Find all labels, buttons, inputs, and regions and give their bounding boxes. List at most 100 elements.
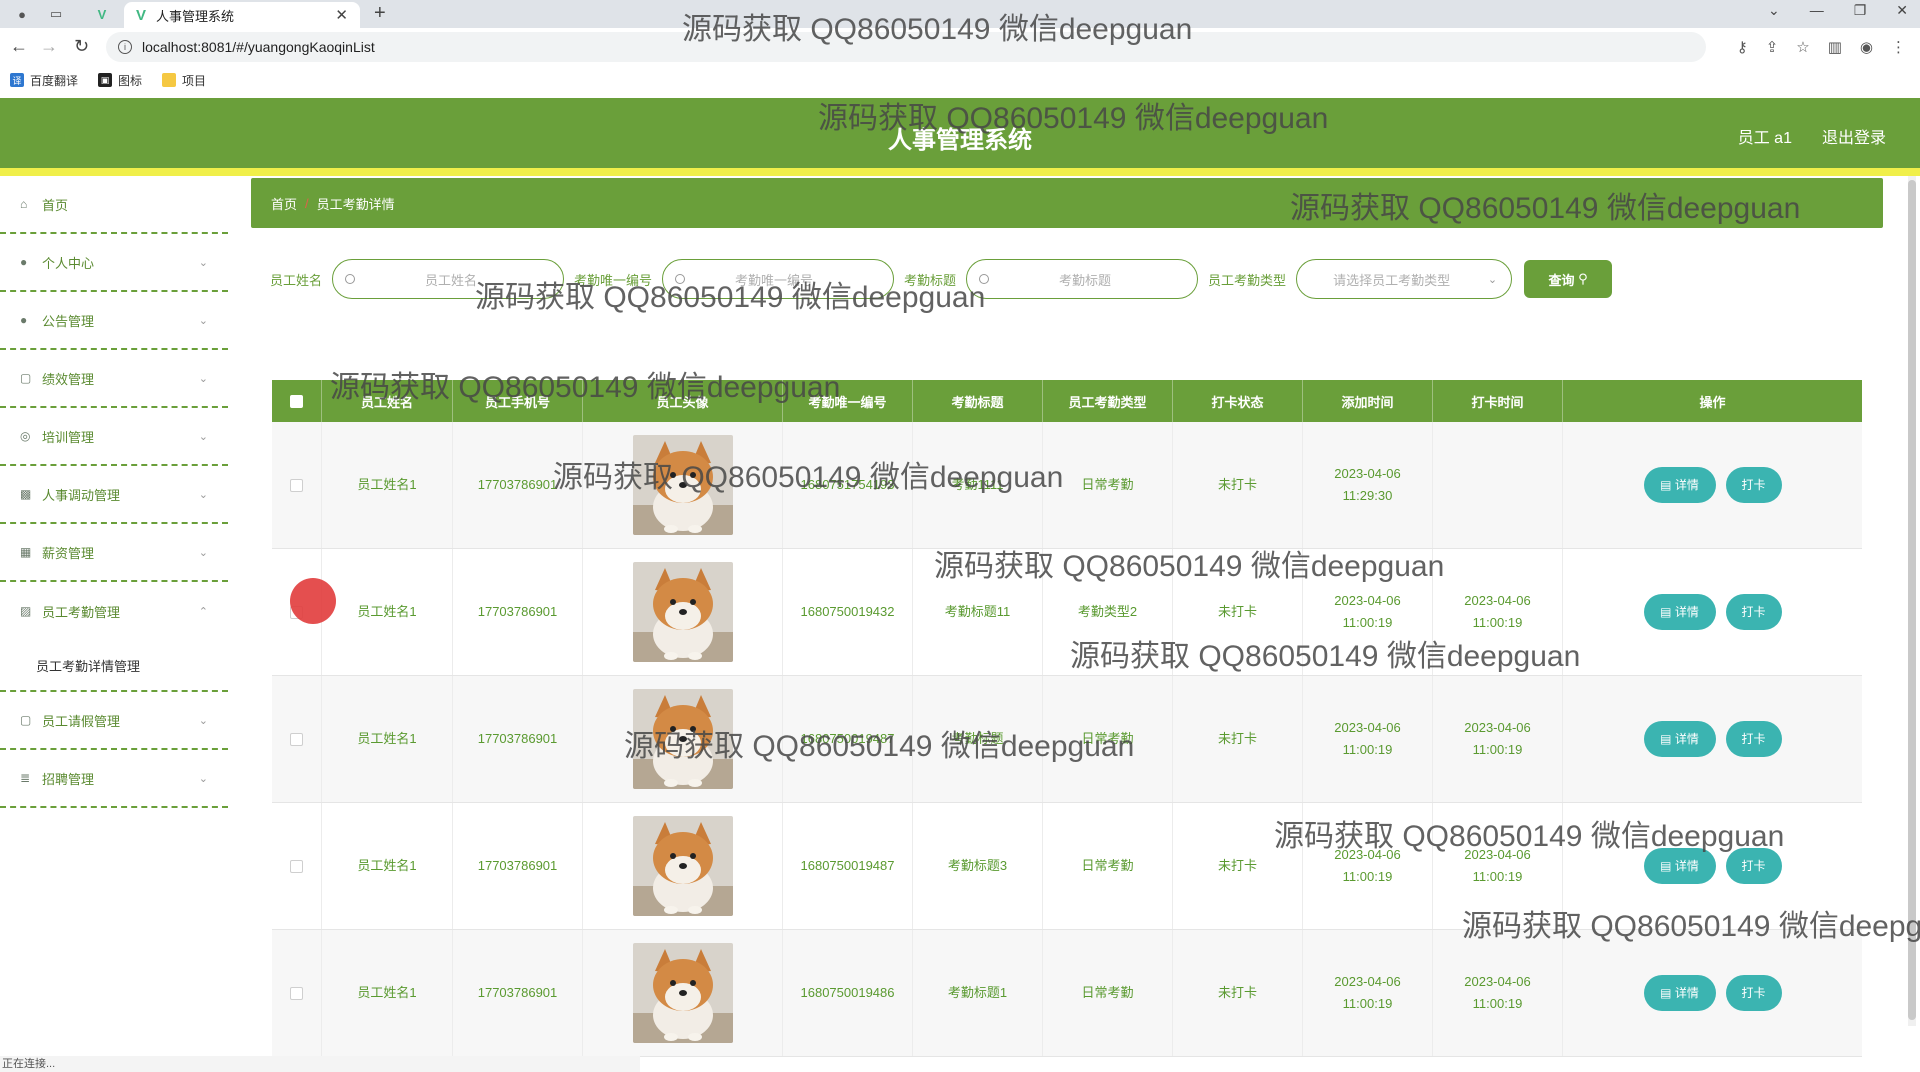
type-label: 员工考勤类型 bbox=[1208, 272, 1287, 288]
sidebar-item-label: 绩效管理 bbox=[42, 371, 95, 387]
new-tab-button[interactable]: + bbox=[374, 2, 386, 25]
cell-phone: 17703786901 bbox=[453, 676, 583, 802]
cursor-highlight bbox=[290, 578, 336, 624]
tab-title: 人事管理系统 bbox=[156, 8, 235, 24]
current-user: 员工 a1 bbox=[1737, 130, 1792, 147]
detail-button[interactable]: ▤ 详情 bbox=[1643, 975, 1716, 1011]
breadcrumb-separator: / bbox=[305, 195, 309, 211]
key-icon[interactable]: ⚷ bbox=[1737, 38, 1748, 56]
restore-button[interactable]: ❐ bbox=[1854, 2, 1867, 19]
avatar[interactable] bbox=[632, 816, 733, 916]
sidebar-item-performance[interactable]: ▢ 绩效管理 ⌄ bbox=[0, 350, 228, 408]
vue-logo-icon: V bbox=[136, 6, 147, 24]
sidebar-item-transfer[interactable]: ▩ 人事调动管理 ⌄ bbox=[0, 466, 228, 524]
sidebar-item-personal-center[interactable]: ● 个人中心 ⌄ bbox=[0, 234, 228, 292]
github-icon[interactable]: ● bbox=[12, 4, 32, 24]
sidebar: ⌂ 首页 ● 个人中心 ⌄ ● 公告管理 ⌄ ▢ 绩效管理 ⌄ ◎ 培训管理 ⌄ ▩ 人事调动管理 ⌄… bbox=[0, 176, 228, 1056]
chevron-down-icon: ⌄ bbox=[198, 714, 208, 727]
sidebar-item-leave[interactable]: ▢ 员工请假管理 ⌄ bbox=[0, 692, 228, 750]
chevron-up-icon: ⌃ bbox=[198, 605, 208, 618]
cell-code: 1680750019487 bbox=[783, 803, 913, 929]
cell-type: 日常考勤 bbox=[1043, 930, 1173, 1056]
vue-icon[interactable]: V bbox=[92, 4, 112, 24]
more-icon[interactable]: ⋮ bbox=[1891, 38, 1906, 56]
forward-icon[interactable]: → bbox=[40, 36, 58, 57]
select-all-checkbox[interactable] bbox=[290, 394, 303, 408]
punch-button[interactable]: 打卡 bbox=[1725, 467, 1782, 503]
profile-icon[interactable]: ◉ bbox=[1860, 38, 1873, 56]
watermark-text: 源码获取 QQ86050149 微信deepguan bbox=[682, 13, 1193, 46]
avatar[interactable] bbox=[632, 562, 733, 662]
detail-button[interactable]: ▤ 详情 bbox=[1643, 467, 1716, 503]
cell-name: 员工姓名1 bbox=[322, 930, 453, 1056]
chevron-down-icon[interactable]: ⌄ bbox=[1768, 2, 1780, 19]
detail-button[interactable]: ▤ 详情 bbox=[1643, 594, 1716, 630]
detail-label: 详情 bbox=[1674, 986, 1699, 1000]
sidebar-subitem-attendance-detail[interactable]: 员工考勤详情管理 bbox=[0, 640, 228, 692]
cell-name: 员工姓名1 bbox=[322, 549, 453, 675]
row-checkbox[interactable] bbox=[290, 986, 303, 1000]
row-checkbox[interactable] bbox=[290, 478, 303, 492]
sidebar-item-label: 首页 bbox=[42, 197, 69, 213]
browser-actions: ⚷ ⇪ ☆ ▥ ◉ ⋮ bbox=[1737, 38, 1906, 56]
cell-phone: 17703786901 bbox=[453, 930, 583, 1056]
reload-icon[interactable]: ↻ bbox=[74, 36, 89, 57]
star-icon[interactable]: ☆ bbox=[1796, 38, 1809, 56]
type-select[interactable]: 请选择员工考勤类型 ⌄ bbox=[1296, 259, 1513, 299]
table-row: 员工姓名1 17703786901 1680751754193 考勤1111 日… bbox=[272, 422, 1862, 549]
sidebar-item-label: 培训管理 bbox=[42, 429, 95, 445]
scrollbar-thumb[interactable] bbox=[1908, 180, 1916, 1020]
detail-button[interactable]: ▤ 详情 bbox=[1643, 721, 1716, 757]
sidebar-item-salary[interactable]: ▦ 薪资管理 ⌄ bbox=[0, 524, 228, 582]
home-icon: ⌂ bbox=[20, 197, 28, 211]
minimize-button[interactable]: — bbox=[1810, 2, 1824, 19]
sidebar-item-announcements[interactable]: ● 公告管理 ⌄ bbox=[0, 292, 228, 350]
bookmark-item[interactable]: ▣ 图标 bbox=[98, 72, 142, 89]
bookmark-label: 项目 bbox=[182, 73, 207, 88]
breadcrumb-home[interactable]: 首页 bbox=[271, 194, 297, 213]
bookmark-label: 图标 bbox=[118, 73, 143, 88]
document-icon: ▤ bbox=[1660, 859, 1672, 873]
detail-label: 详情 bbox=[1674, 732, 1699, 746]
avatar[interactable] bbox=[632, 943, 733, 1043]
close-window-button[interactable]: ✕ bbox=[1896, 2, 1908, 19]
cell-title: 考勤标题3 bbox=[913, 803, 1043, 929]
cell-status: 未打卡 bbox=[1173, 422, 1303, 548]
sidebar-item-label: 员工请假管理 bbox=[42, 713, 121, 729]
punch-button[interactable]: 打卡 bbox=[1725, 721, 1782, 757]
close-icon[interactable]: ✕ bbox=[335, 6, 348, 24]
watermark-text: 源码获取 QQ86050149 微信deepguan bbox=[818, 102, 1329, 135]
row-checkbox[interactable] bbox=[290, 859, 303, 873]
sidebar-item-recruitment[interactable]: ≣ 招聘管理 ⌄ bbox=[0, 750, 228, 808]
query-button[interactable]: 查询 ⚲ bbox=[1524, 260, 1613, 298]
watermark-text: 源码获取 QQ86050149 微信deepguan bbox=[475, 281, 986, 314]
cell-avatar bbox=[583, 549, 783, 675]
share-icon[interactable]: ⇪ bbox=[1766, 38, 1779, 56]
row-checkbox[interactable] bbox=[290, 732, 303, 746]
chevron-down-icon: ⌄ bbox=[198, 546, 208, 559]
sidebar-item-home[interactable]: ⌂ 首页 bbox=[0, 176, 228, 234]
url-text: localhost:8081/#/yuangongKaoqinList bbox=[142, 39, 375, 55]
blank-tab-icon[interactable]: ▭ bbox=[46, 4, 66, 24]
sidebar-item-attendance[interactable]: ▨ 员工考勤管理 ⌃ bbox=[0, 582, 228, 640]
back-icon[interactable]: ← bbox=[10, 36, 28, 57]
title-search-input[interactable]: 考勤标题 bbox=[966, 259, 1199, 299]
sidebar-toggle-icon[interactable]: ▥ bbox=[1828, 38, 1842, 56]
detail-label: 详情 bbox=[1674, 478, 1699, 492]
status-bar: 正在连接... bbox=[0, 1056, 640, 1072]
punch-button[interactable]: 打卡 bbox=[1725, 594, 1782, 630]
bookmarks-bar: 译百度翻译 ▣ 图标 项目 bbox=[0, 68, 1920, 92]
folder-icon bbox=[162, 73, 177, 87]
logout-link[interactable]: 退出登录 bbox=[1822, 124, 1886, 148]
name-label: 员工姓名 bbox=[270, 272, 323, 288]
sidebar-item-label: 招聘管理 bbox=[42, 771, 95, 787]
chevron-down-icon: ⌄ bbox=[198, 772, 208, 785]
punch-button[interactable]: 打卡 bbox=[1725, 975, 1782, 1011]
watermark-text: 源码获取 QQ86050149 微信deepguan bbox=[1070, 640, 1581, 673]
bookmark-item[interactable]: 项目 bbox=[162, 72, 206, 89]
info-icon[interactable]: i bbox=[118, 40, 132, 54]
active-browser-tab[interactable]: V 人事管理系统 ✕ bbox=[124, 2, 360, 28]
bookmark-item[interactable]: 译百度翻译 bbox=[10, 72, 78, 89]
cell-status: 未打卡 bbox=[1173, 930, 1303, 1056]
sidebar-item-training[interactable]: ◎ 培训管理 ⌄ bbox=[0, 408, 228, 466]
